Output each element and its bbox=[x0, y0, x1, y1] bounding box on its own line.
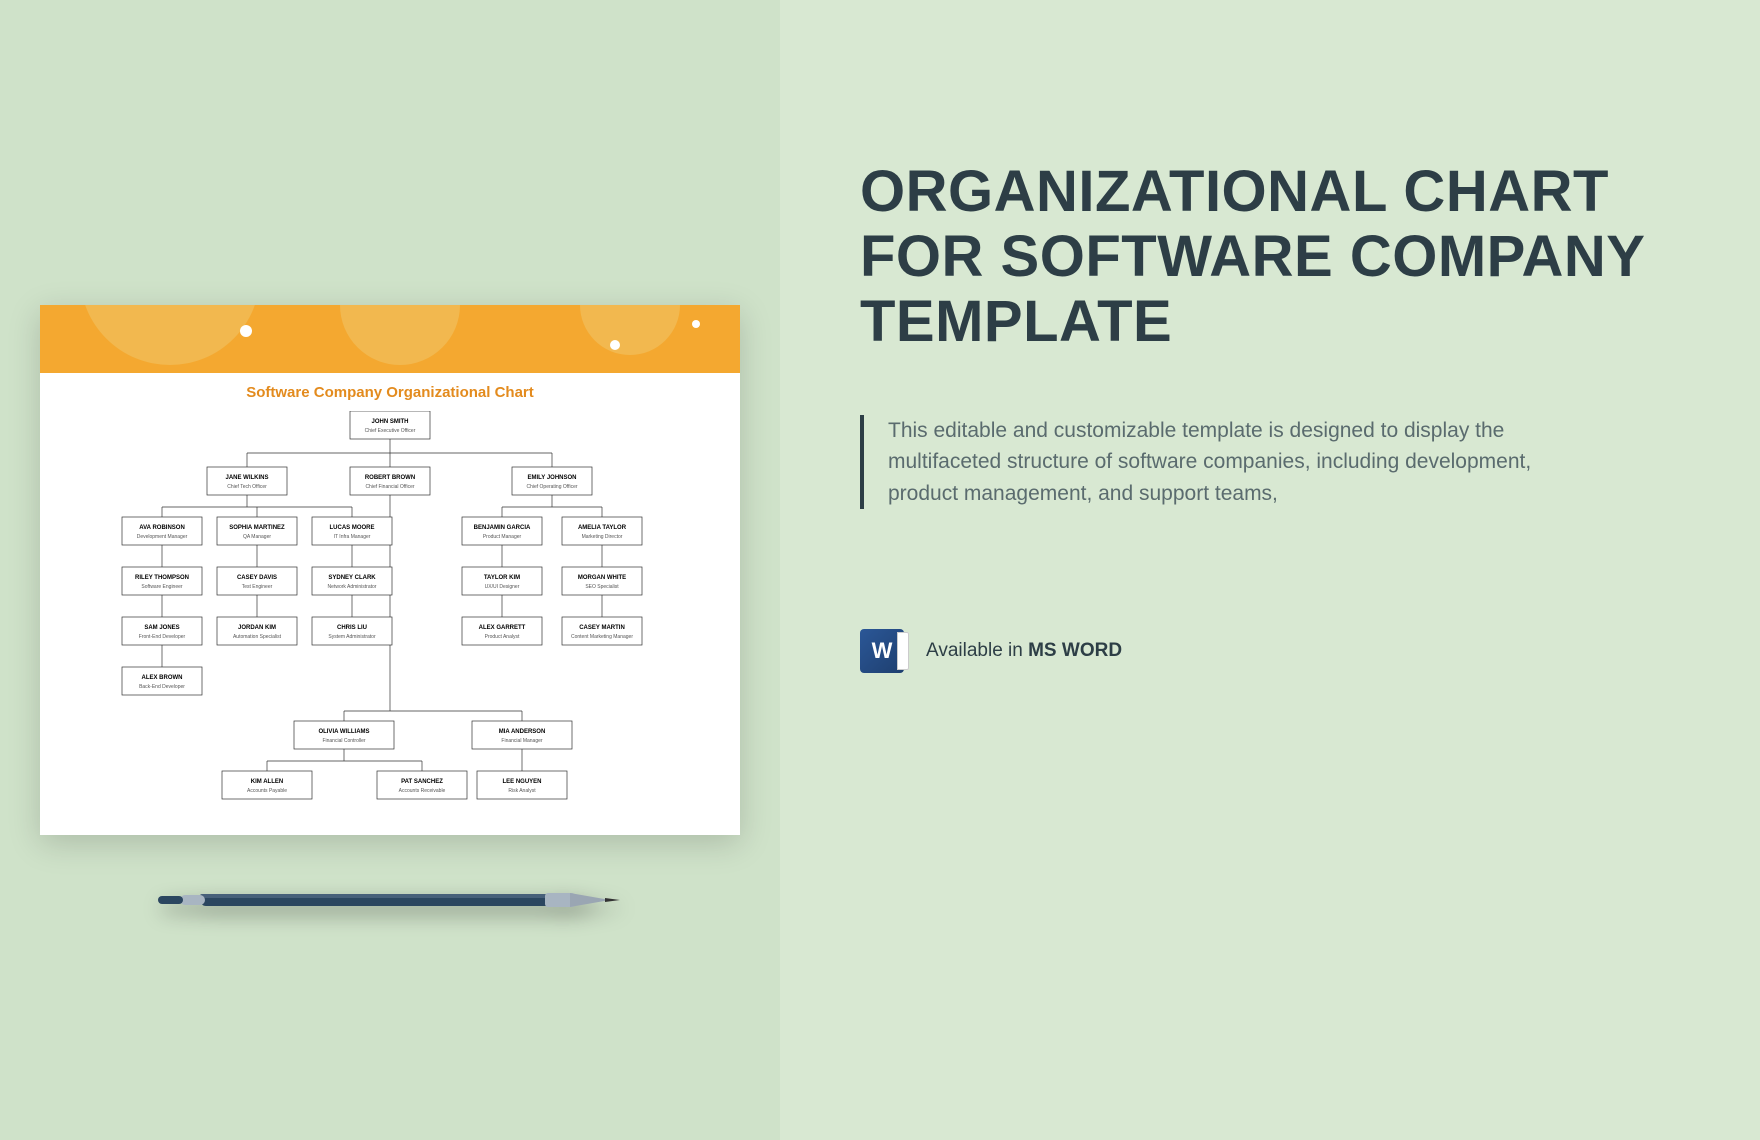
svg-text:EMILY JOHNSON: EMILY JOHNSON bbox=[527, 475, 576, 481]
svg-text:CASEY DAVIS: CASEY DAVIS bbox=[237, 575, 277, 581]
node-ar: PAT SANCHEZ Accounts Receivable bbox=[377, 771, 467, 799]
node-fe-dev: SAM JONES Front-End Developer bbox=[122, 617, 202, 645]
svg-text:LUCAS MOORE: LUCAS MOORE bbox=[330, 525, 375, 531]
node-cto: JANE WILKINS Chief Tech Officer bbox=[207, 467, 287, 495]
svg-text:MIA ANDERSON: MIA ANDERSON bbox=[499, 729, 546, 735]
preview-panel: Software Company Organizational Chart bbox=[0, 0, 780, 1140]
svg-text:Marketing Director: Marketing Director bbox=[582, 534, 623, 540]
info-panel: ORGANIZATIONAL CHART FOR SOFTWARE COMPAN… bbox=[780, 0, 1760, 1140]
node-ux: TAYLOR KIM UX/UI Designer bbox=[462, 567, 542, 595]
node-qa-mgr: SOPHIA MARTINEZ QA Manager bbox=[217, 517, 297, 545]
svg-text:TAYLOR KIM: TAYLOR KIM bbox=[484, 575, 520, 581]
svg-text:System Administrator: System Administrator bbox=[328, 634, 376, 640]
svg-text:Risk Analyst: Risk Analyst bbox=[508, 788, 536, 794]
svg-text:PAT SANCHEZ: PAT SANCHEZ bbox=[401, 779, 443, 785]
svg-text:MORGAN WHITE: MORGAN WHITE bbox=[578, 575, 626, 581]
svg-text:ROBERT BROWN: ROBERT BROWN bbox=[365, 475, 415, 481]
availability-row: W Available in MS WORD bbox=[860, 629, 1680, 673]
svg-text:SYDNEY CLARK: SYDNEY CLARK bbox=[328, 575, 376, 581]
svg-text:Automation Specialist: Automation Specialist bbox=[233, 634, 282, 640]
svg-text:JANE WILKINS: JANE WILKINS bbox=[225, 475, 268, 481]
node-sys-admin: CHRIS LIU System Administrator bbox=[312, 617, 392, 645]
svg-text:LEE NGUYEN: LEE NGUYEN bbox=[502, 779, 541, 785]
svg-text:ALEX GARRETT: ALEX GARRETT bbox=[479, 625, 526, 631]
svg-text:BENJAMIN GARCIA: BENJAMIN GARCIA bbox=[474, 525, 531, 531]
ms-word-icon: W bbox=[860, 629, 904, 673]
node-risk: LEE NGUYEN Risk Analyst bbox=[477, 771, 567, 799]
svg-text:Product Analyst: Product Analyst bbox=[485, 634, 520, 640]
svg-text:SOPHIA MARTINEZ: SOPHIA MARTINEZ bbox=[229, 525, 285, 531]
svg-text:Back-End Developer: Back-End Developer bbox=[139, 684, 185, 690]
svg-text:IT Infra Manager: IT Infra Manager bbox=[334, 534, 371, 540]
node-be-dev: ALEX BROWN Back-End Developer bbox=[122, 667, 202, 695]
svg-text:Financial Manager: Financial Manager bbox=[501, 738, 542, 744]
svg-text:Accounts Payable: Accounts Payable bbox=[247, 788, 287, 794]
svg-text:Network Administrator: Network Administrator bbox=[328, 584, 377, 590]
node-auto: JORDAN KIM Automation Specialist bbox=[217, 617, 297, 645]
svg-text:Financial Controller: Financial Controller bbox=[322, 738, 365, 744]
svg-text:Chief Executive Officer: Chief Executive Officer bbox=[365, 428, 416, 434]
svg-text:UX/UI Designer: UX/UI Designer bbox=[485, 584, 520, 590]
node-mkt-dir: AMELIA TAYLOR Marketing Director bbox=[562, 517, 642, 545]
page-description: This editable and customizable template … bbox=[860, 415, 1540, 510]
svg-text:CASEY MARTIN: CASEY MARTIN bbox=[579, 625, 625, 631]
node-test-eng: CASEY DAVIS Test Engineer bbox=[217, 567, 297, 595]
svg-text:QA Manager: QA Manager bbox=[243, 534, 271, 540]
document-title: Software Company Organizational Chart bbox=[72, 384, 708, 401]
svg-text:AVA ROBINSON: AVA ROBINSON bbox=[139, 525, 185, 531]
svg-text:Test Engineer: Test Engineer bbox=[242, 584, 273, 590]
svg-text:SAM JONES: SAM JONES bbox=[144, 625, 179, 631]
svg-text:Product Manager: Product Manager bbox=[483, 534, 522, 540]
node-seo: MORGAN WHITE SEO Specialist bbox=[562, 567, 642, 595]
node-ceo: JOHN SMITH Chief Executive Officer bbox=[350, 411, 430, 439]
svg-text:Accounts Receivable: Accounts Receivable bbox=[399, 788, 446, 794]
pen-decoration bbox=[150, 890, 630, 910]
node-cfo: ROBERT BROWN Chief Financial Officer bbox=[350, 467, 430, 495]
svg-text:OLIVIA WILLIAMS: OLIVIA WILLIAMS bbox=[318, 729, 369, 735]
node-net-admin: SYDNEY CLARK Network Administrator bbox=[312, 567, 392, 595]
svg-text:SEO Specialist: SEO Specialist bbox=[585, 584, 619, 590]
node-prod-mgr: BENJAMIN GARCIA Product Manager bbox=[462, 517, 542, 545]
node-it-mgr: LUCAS MOORE IT Infra Manager bbox=[312, 517, 392, 545]
node-fin-ctrl: OLIVIA WILLIAMS Financial Controller bbox=[294, 721, 394, 749]
availability-text: Available in MS WORD bbox=[926, 640, 1122, 662]
svg-text:JORDAN KIM: JORDAN KIM bbox=[238, 625, 276, 631]
node-dev-mgr: AVA ROBINSON Development Manager bbox=[122, 517, 202, 545]
node-fin-mgr: MIA ANDERSON Financial Manager bbox=[472, 721, 572, 749]
node-sw-eng: RILEY THOMPSON Software Engineer bbox=[122, 567, 202, 595]
svg-text:Chief Financial Officer: Chief Financial Officer bbox=[365, 484, 414, 490]
svg-text:Development Manager: Development Manager bbox=[137, 534, 188, 540]
svg-text:Software Engineer: Software Engineer bbox=[141, 584, 182, 590]
svg-text:Front-End Developer: Front-End Developer bbox=[139, 634, 186, 640]
document-preview: Software Company Organizational Chart bbox=[40, 305, 740, 835]
svg-text:KIM ALLEN: KIM ALLEN bbox=[251, 779, 283, 785]
svg-text:JOHN SMITH: JOHN SMITH bbox=[371, 419, 408, 425]
svg-text:Content Marketing Manager: Content Marketing Manager bbox=[571, 634, 633, 640]
page-title: ORGANIZATIONAL CHART FOR SOFTWARE COMPAN… bbox=[860, 160, 1680, 355]
node-coo: EMILY JOHNSON Chief Operating Officer bbox=[512, 467, 592, 495]
svg-text:Chief Operating Officer: Chief Operating Officer bbox=[526, 484, 577, 490]
svg-text:Chief Tech Officer: Chief Tech Officer bbox=[227, 484, 267, 490]
document-header-decoration bbox=[40, 305, 740, 373]
node-content-mkt: CASEY MARTIN Content Marketing Manager bbox=[562, 617, 642, 645]
org-chart: JOHN SMITH Chief Executive Officer JANE W… bbox=[72, 411, 708, 821]
svg-text:AMELIA TAYLOR: AMELIA TAYLOR bbox=[578, 525, 627, 531]
svg-text:RILEY THOMPSON: RILEY THOMPSON bbox=[135, 575, 189, 581]
svg-text:CHRIS LIU: CHRIS LIU bbox=[337, 625, 367, 631]
svg-text:ALEX BROWN: ALEX BROWN bbox=[142, 675, 183, 681]
node-ap: KIM ALLEN Accounts Payable bbox=[222, 771, 312, 799]
node-prod-analyst: ALEX GARRETT Product Analyst bbox=[462, 617, 542, 645]
